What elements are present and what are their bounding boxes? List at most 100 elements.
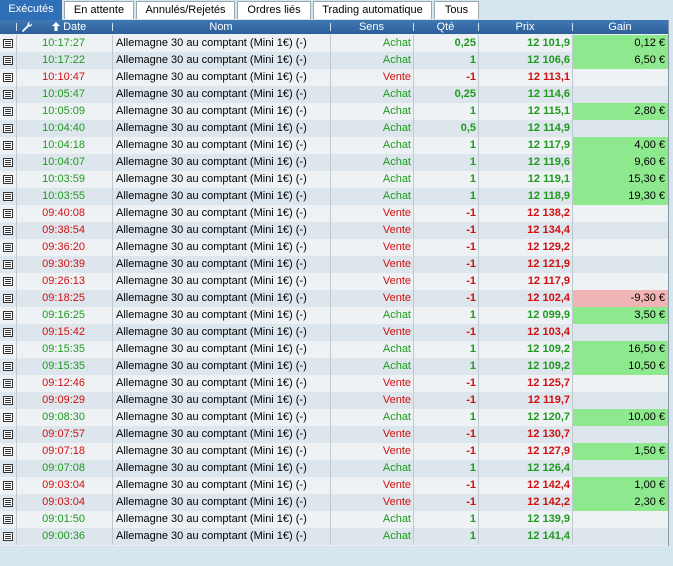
row-icon-cell[interactable]	[0, 443, 16, 460]
row-icon-cell[interactable]	[0, 188, 16, 205]
table-row[interactable]: 09:03:04 Allemagne 30 au comptant (Mini 1…	[0, 477, 668, 494]
row-icon-cell[interactable]	[0, 239, 16, 256]
wrench-icon[interactable]	[21, 21, 33, 33]
tab-en-attente[interactable]: En attente	[64, 1, 134, 19]
document-icon[interactable]	[3, 39, 13, 48]
column-header-sens[interactable]: Sens	[330, 20, 413, 34]
table-row[interactable]: 09:03:04 Allemagne 30 au comptant (Mini 1…	[0, 494, 668, 511]
document-icon[interactable]	[3, 447, 13, 456]
document-icon[interactable]	[3, 498, 13, 507]
row-icon-cell[interactable]	[0, 69, 16, 86]
document-icon[interactable]	[3, 396, 13, 405]
table-row[interactable]: 10:17:22 Allemagne 30 au comptant (Mini 1…	[0, 52, 668, 69]
table-row[interactable]: 09:07:08 Allemagne 30 au comptant (Mini 1…	[0, 460, 668, 477]
document-icon[interactable]	[3, 209, 13, 218]
table-row[interactable]: 10:03:55 Allemagne 30 au comptant (Mini 1…	[0, 188, 668, 205]
table-row[interactable]: 09:07:18 Allemagne 30 au comptant (Mini 1…	[0, 443, 668, 460]
row-icon-cell[interactable]	[0, 120, 16, 137]
row-icon-cell[interactable]	[0, 324, 16, 341]
document-icon[interactable]	[3, 56, 13, 65]
tab-trading-automatique[interactable]: Trading automatique	[313, 1, 432, 19]
document-icon[interactable]	[3, 107, 13, 116]
document-icon[interactable]	[3, 192, 13, 201]
document-icon[interactable]	[3, 345, 13, 354]
row-icon-cell[interactable]	[0, 205, 16, 222]
table-row[interactable]: 10:04:40 Allemagne 30 au comptant (Mini 1…	[0, 120, 668, 137]
column-header-gain[interactable]: Gain	[572, 20, 668, 34]
document-icon[interactable]	[3, 226, 13, 235]
column-header-qte[interactable]: Qté	[413, 20, 478, 34]
row-icon-cell[interactable]	[0, 171, 16, 188]
row-icon-cell[interactable]	[0, 86, 16, 103]
document-icon[interactable]	[3, 532, 13, 541]
tab-executes[interactable]: Exécutés	[0, 0, 62, 20]
table-row[interactable]: 09:38:54 Allemagne 30 au comptant (Mini 1…	[0, 222, 668, 239]
document-icon[interactable]	[3, 413, 13, 422]
document-icon[interactable]	[3, 141, 13, 150]
table-row[interactable]: 09:12:46 Allemagne 30 au comptant (Mini 1…	[0, 375, 668, 392]
row-icon-cell[interactable]	[0, 222, 16, 239]
row-icon-cell[interactable]	[0, 358, 16, 375]
row-icon-cell[interactable]	[0, 392, 16, 409]
row-icon-cell[interactable]	[0, 256, 16, 273]
table-row[interactable]: 09:09:29 Allemagne 30 au comptant (Mini 1…	[0, 392, 668, 409]
table-row[interactable]: 09:30:39 Allemagne 30 au comptant (Mini 1…	[0, 256, 668, 273]
table-row[interactable]: 09:16:25 Allemagne 30 au comptant (Mini 1…	[0, 307, 668, 324]
document-icon[interactable]	[3, 311, 13, 320]
table-row[interactable]: 09:15:35 Allemagne 30 au comptant (Mini 1…	[0, 341, 668, 358]
row-icon-cell[interactable]	[0, 477, 16, 494]
document-icon[interactable]	[3, 124, 13, 133]
row-icon-cell[interactable]	[0, 409, 16, 426]
table-row[interactable]: 10:10:47 Allemagne 30 au comptant (Mini 1…	[0, 69, 668, 86]
document-icon[interactable]	[3, 464, 13, 473]
table-row[interactable]: 10:03:59 Allemagne 30 au comptant (Mini 1…	[0, 171, 668, 188]
table-row[interactable]: 09:26:13 Allemagne 30 au comptant (Mini 1…	[0, 273, 668, 290]
table-row[interactable]: 10:05:09 Allemagne 30 au comptant (Mini 1…	[0, 103, 668, 120]
document-icon[interactable]	[3, 90, 13, 99]
column-header-date[interactable]: Date	[52, 20, 112, 34]
row-icon-cell[interactable]	[0, 528, 16, 545]
table-row[interactable]: 10:04:07 Allemagne 30 au comptant (Mini 1…	[0, 154, 668, 171]
document-icon[interactable]	[3, 328, 13, 337]
document-icon[interactable]	[3, 294, 13, 303]
document-icon[interactable]	[3, 260, 13, 269]
table-row[interactable]: 09:00:36 Allemagne 30 au comptant (Mini 1…	[0, 528, 668, 545]
row-icon-cell[interactable]	[0, 375, 16, 392]
row-icon-cell[interactable]	[0, 511, 16, 528]
table-row[interactable]: 09:36:20 Allemagne 30 au comptant (Mini 1…	[0, 239, 668, 256]
document-icon[interactable]	[3, 73, 13, 82]
document-icon[interactable]	[3, 158, 13, 167]
table-row[interactable]: 09:15:42 Allemagne 30 au comptant (Mini 1…	[0, 324, 668, 341]
column-header-nom[interactable]: Nom	[112, 20, 330, 34]
table-row[interactable]: 09:15:35 Allemagne 30 au comptant (Mini 1…	[0, 358, 668, 375]
document-icon[interactable]	[3, 175, 13, 184]
table-row[interactable]: 10:05:47 Allemagne 30 au comptant (Mini 1…	[0, 86, 668, 103]
row-icon-cell[interactable]	[0, 154, 16, 171]
table-row[interactable]: 09:07:57 Allemagne 30 au comptant (Mini 1…	[0, 426, 668, 443]
table-row[interactable]: 10:17:27 Allemagne 30 au comptant (Mini 1…	[0, 35, 668, 52]
document-icon[interactable]	[3, 362, 13, 371]
row-icon-cell[interactable]	[0, 341, 16, 358]
row-icon-cell[interactable]	[0, 35, 16, 52]
row-icon-cell[interactable]	[0, 307, 16, 324]
table-row[interactable]: 10:04:18 Allemagne 30 au comptant (Mini 1…	[0, 137, 668, 154]
row-icon-cell[interactable]	[0, 52, 16, 69]
tab-annules-rejetes[interactable]: Annulés/Rejetés	[136, 1, 235, 19]
document-icon[interactable]	[3, 430, 13, 439]
table-row[interactable]: 09:40:08 Allemagne 30 au comptant (Mini 1…	[0, 205, 668, 222]
document-icon[interactable]	[3, 379, 13, 388]
row-icon-cell[interactable]	[0, 137, 16, 154]
document-icon[interactable]	[3, 277, 13, 286]
tab-ordres-lies[interactable]: Ordres liés	[237, 1, 311, 19]
document-icon[interactable]	[3, 481, 13, 490]
table-row[interactable]: 09:01:50 Allemagne 30 au comptant (Mini 1…	[0, 511, 668, 528]
document-icon[interactable]	[3, 515, 13, 524]
row-icon-cell[interactable]	[0, 290, 16, 307]
column-header-prix[interactable]: Prix	[478, 20, 572, 34]
row-icon-cell[interactable]	[0, 273, 16, 290]
tab-tous[interactable]: Tous	[434, 1, 479, 19]
row-icon-cell[interactable]	[0, 494, 16, 511]
table-row[interactable]: 09:18:25 Allemagne 30 au comptant (Mini 1…	[0, 290, 668, 307]
row-icon-cell[interactable]	[0, 460, 16, 477]
row-icon-cell[interactable]	[0, 426, 16, 443]
